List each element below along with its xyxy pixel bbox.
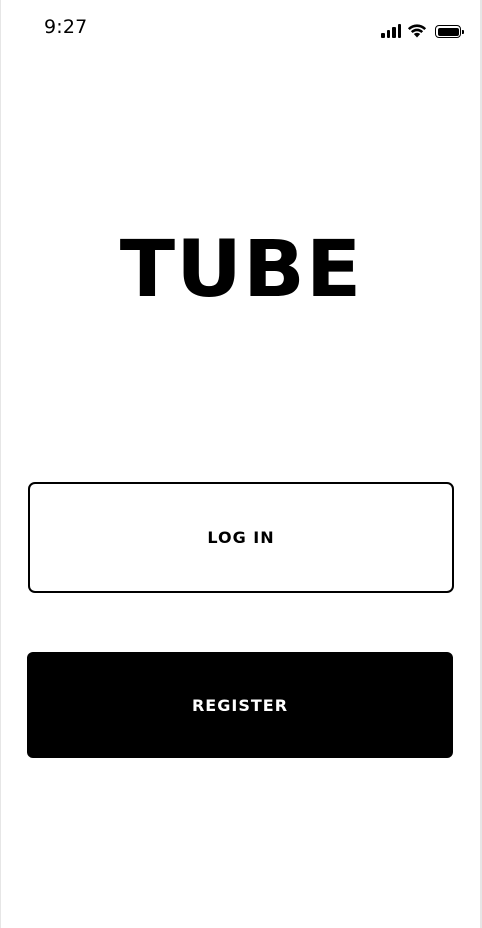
status-bar: 9:27 <box>1 0 481 58</box>
register-button-label: REGISTER <box>191 695 289 715</box>
login-button-label: LOG IN <box>207 528 275 547</box>
app-logo: TUBE <box>119 225 363 315</box>
wifi-icon <box>407 24 427 38</box>
battery-icon <box>435 25 464 38</box>
status-icons <box>381 20 464 38</box>
login-button[interactable]: LOG IN <box>28 482 454 593</box>
welcome-screen: 9:27 TUBE LOG IN REGISTER <box>0 0 482 928</box>
status-time: 9:27 <box>44 16 88 38</box>
register-button[interactable]: REGISTER <box>27 652 453 758</box>
cellular-signal-icon <box>381 24 401 38</box>
